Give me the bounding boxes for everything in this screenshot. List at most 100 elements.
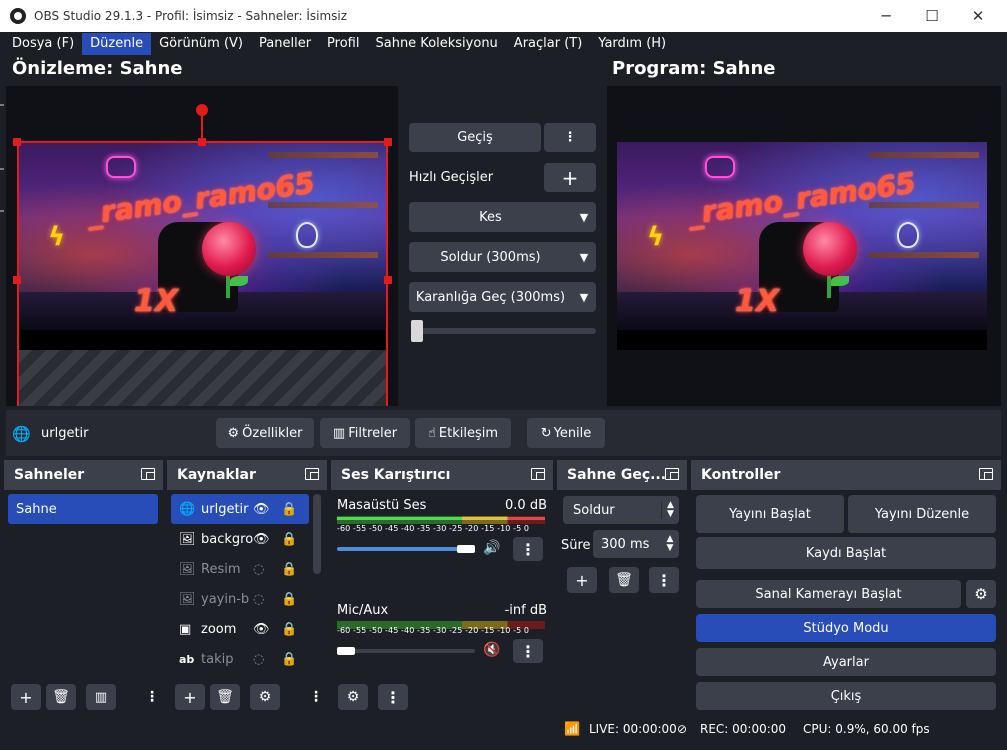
- menu-docks[interactable]: Paneller: [251, 33, 319, 55]
- resize-handle-l[interactable]: [13, 276, 21, 284]
- quick-transition-fade[interactable]: Soldur (300ms) ▼: [409, 242, 596, 272]
- lock-icon[interactable]: 🔒: [281, 592, 297, 607]
- cpu-fps: CPU: 0.9%, 60.00 fps: [803, 722, 930, 736]
- lock-icon[interactable]: 🔒: [281, 622, 297, 637]
- close-button[interactable]: ✕: [955, 0, 1001, 32]
- eye-closed-icon[interactable]: ◌: [253, 652, 264, 667]
- source-item-background[interactable]: 🖼 backgro 👁 🔒: [171, 524, 309, 554]
- lock-icon[interactable]: 🔒: [281, 562, 297, 577]
- transition-menu-button[interactable]: ⋮: [544, 123, 596, 152]
- start-virtual-camera-button[interactable]: Sanal Kamerayı Başlat: [696, 580, 961, 608]
- studio-mode-button[interactable]: Stüdyo Modu: [696, 614, 996, 642]
- eye-icon[interactable]: 👁: [253, 622, 270, 637]
- quick-transition-cut-label: Kes: [479, 209, 502, 225]
- start-recording-button[interactable]: Kaydı Başlat: [696, 537, 996, 569]
- source-context-bar: 🌐 urlgetir ⚙ Özellikler ▥ Filtreler ☝ Etkil…: [6, 410, 1001, 456]
- lock-icon[interactable]: 🔒: [281, 652, 297, 667]
- eye-icon[interactable]: 👁: [253, 502, 270, 517]
- start-streaming-button[interactable]: Yayını Başlat: [696, 495, 844, 533]
- dock-float-icon[interactable]: [141, 468, 155, 480]
- quick-transition-cut[interactable]: Kes ▼: [409, 202, 596, 232]
- menu-view[interactable]: Görünüm (V): [151, 33, 251, 55]
- mixer-settings-button[interactable]: ⚙: [338, 684, 368, 710]
- speaker-muted-icon[interactable]: 🔇: [483, 642, 500, 658]
- scene-menu-button[interactable]: ⋮: [144, 684, 160, 710]
- channel-menu-button[interactable]: ⋮: [513, 639, 543, 663]
- transition-properties-button[interactable]: ⋮: [649, 567, 679, 593]
- rose-leaf: [831, 276, 849, 286]
- mixer-menu-button[interactable]: ⋮: [378, 684, 408, 710]
- resize-handle-tl[interactable]: [13, 138, 21, 146]
- eye-closed-icon[interactable]: ◌: [253, 562, 264, 577]
- scene-filters-button[interactable]: ▥: [86, 684, 116, 710]
- lock-icon[interactable]: 🔒: [281, 532, 297, 547]
- resize-handle-r[interactable]: [384, 276, 392, 284]
- bolt-neon-icon: ϟ: [647, 222, 665, 252]
- dock-float-icon[interactable]: [531, 468, 545, 480]
- add-transition-button[interactable]: +: [567, 567, 597, 593]
- program-canvas: ϟ _ramo_ramo65 1X: [607, 86, 1001, 406]
- preview-canvas[interactable]: ϟ _ramo_ramo65 1X: [6, 86, 398, 406]
- controls-title: Kontroller: [701, 467, 781, 483]
- scene-item[interactable]: Sahne: [8, 494, 158, 524]
- remove-scene-button[interactable]: 🗑: [46, 684, 76, 710]
- window-capture-icon: ▣: [179, 621, 192, 637]
- transition-button[interactable]: Geçiş: [409, 123, 541, 152]
- menu-tools[interactable]: Araçlar (T): [506, 33, 591, 55]
- source-item-takip[interactable]: ab takip ◌ 🔒: [171, 644, 309, 674]
- dock-float-icon[interactable]: [979, 468, 993, 480]
- properties-button[interactable]: ⚙ Özellikler: [216, 418, 314, 448]
- minimize-button[interactable]: ─: [863, 0, 909, 32]
- source-selection-box[interactable]: [17, 141, 388, 406]
- hand-pointer-icon: ☝: [427, 425, 436, 441]
- eye-icon[interactable]: 👁: [253, 532, 270, 547]
- alien-neon-icon: [897, 222, 919, 248]
- scene-transitions-title: Sahne Geç...: [567, 467, 667, 483]
- source-item-yayin[interactable]: 🖼 yayin-b ◌ 🔒: [171, 584, 309, 614]
- resize-handle-t[interactable]: [198, 138, 206, 146]
- quick-transition-fade-to-black[interactable]: Karanlığa Geç (300ms) ▼: [409, 282, 596, 312]
- volume-slider-handle[interactable]: [337, 647, 355, 655]
- tbar-track[interactable]: [411, 328, 596, 334]
- quick-transition-fade-to-black-label: Karanlığa Geç (300ms): [415, 289, 566, 305]
- volume-slider-handle[interactable]: [457, 545, 475, 553]
- menu-edit[interactable]: Düzenle: [82, 33, 152, 55]
- menu-file[interactable]: Dosya (F): [4, 33, 82, 55]
- source-menu-button[interactable]: ⋮: [308, 684, 324, 710]
- tbar-handle[interactable]: [411, 320, 423, 342]
- add-source-button[interactable]: +: [175, 684, 205, 710]
- volume-slider-track[interactable]: [337, 649, 475, 653]
- dock-float-icon[interactable]: [665, 468, 679, 480]
- edit-stream-button[interactable]: Yayını Düzenle: [848, 495, 996, 533]
- remove-source-button[interactable]: 🗑: [210, 684, 240, 710]
- refresh-button[interactable]: ↻ Yenile: [527, 418, 605, 448]
- add-quick-transition-button[interactable]: +: [544, 163, 596, 192]
- settings-button[interactable]: Ayarlar: [696, 648, 996, 676]
- transition-type-select[interactable]: Soldur ▲ ▼: [563, 496, 679, 524]
- rotation-handle[interactable]: [196, 104, 208, 116]
- menu-help[interactable]: Yardım (H): [590, 33, 674, 55]
- source-item-resim[interactable]: 🖼 Resim ◌ 🔒: [171, 554, 309, 584]
- remove-transition-button[interactable]: 🗑: [609, 567, 639, 593]
- channel-menu-button[interactable]: ⋮: [513, 537, 543, 561]
- speaker-icon[interactable]: 🔊: [483, 540, 500, 556]
- filters-button[interactable]: ▥ Filtreler: [320, 418, 410, 448]
- scenes-title: Sahneler: [14, 467, 85, 483]
- source-properties-button[interactable]: ⚙: [250, 684, 280, 710]
- maximize-button[interactable]: ☐: [909, 0, 955, 32]
- source-item-zoom[interactable]: ▣ zoom 👁 🔒: [171, 614, 309, 644]
- virtual-camera-settings-button[interactable]: ⚙: [966, 580, 996, 608]
- menu-scene-collection[interactable]: Sahne Koleksiyonu: [367, 33, 505, 55]
- menu-profile[interactable]: Profil: [319, 33, 367, 55]
- lock-icon[interactable]: 🔒: [281, 502, 297, 517]
- duration-spinbox[interactable]: 300 ms ▲ ▼: [593, 530, 679, 558]
- dock-float-icon[interactable]: [305, 468, 319, 480]
- source-item-urlgetir[interactable]: 🌐 urlgetir 👁 🔒: [171, 494, 309, 524]
- add-scene-button[interactable]: +: [11, 684, 41, 710]
- eye-closed-icon[interactable]: ◌: [253, 592, 264, 607]
- resize-handle-tr[interactable]: [384, 138, 392, 146]
- sources-scrollbar[interactable]: [313, 494, 321, 574]
- exit-button[interactable]: Çıkış: [696, 682, 996, 710]
- edge-artifact: [0, 210, 4, 212]
- interact-button[interactable]: ☝ Etkileşim: [415, 418, 511, 448]
